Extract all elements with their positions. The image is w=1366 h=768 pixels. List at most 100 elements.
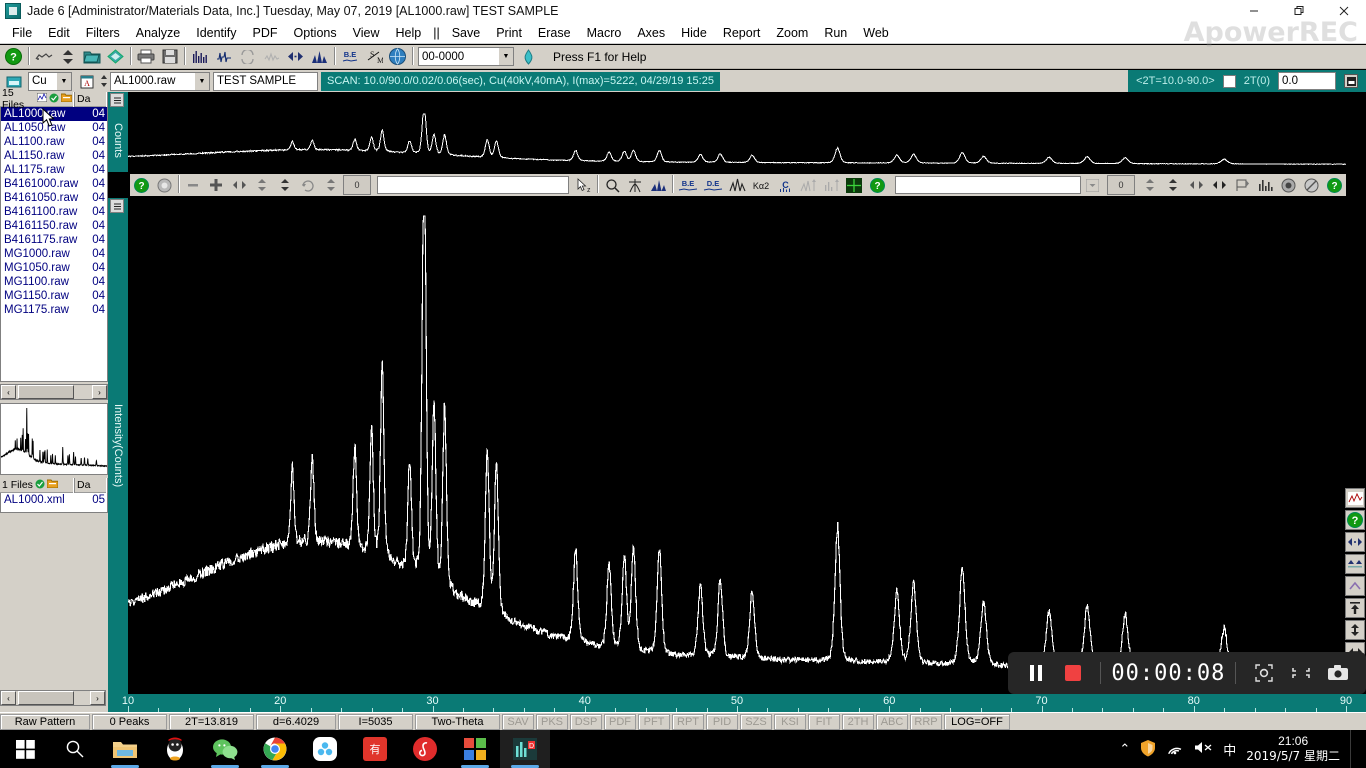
background-bg-button[interactable]: B.E [338, 45, 361, 68]
menu-item-identify[interactable]: Identify [188, 24, 244, 42]
file-list-item[interactable]: AL1100.raw 04 [1, 135, 107, 149]
step-arrows-button[interactable] [320, 175, 342, 195]
scroll-right-button-2[interactable]: › [90, 691, 105, 705]
qq-button[interactable] [150, 730, 200, 768]
peaks-up-arrow-button[interactable] [797, 175, 820, 195]
status-cell-two-theta[interactable]: Two-Theta [415, 713, 500, 730]
file-list-item[interactable]: AL1150.raw 04 [1, 149, 107, 163]
main-pattern-chart[interactable] [128, 198, 1346, 694]
file-list-item[interactable]: MG1100.raw 04 [1, 275, 107, 289]
youdao-button[interactable]: 有 [350, 730, 400, 768]
k-alpha2-button[interactable]: Kα2 [749, 175, 774, 195]
menu-item-print[interactable]: Print [488, 24, 530, 42]
menu-item-save[interactable]: Save [444, 24, 489, 42]
print-button[interactable] [134, 45, 157, 68]
raw-file-list[interactable]: AL1000.raw 04 AL1050.raw 04 AL1100.raw 04 AL11… [0, 107, 108, 382]
smooth-wave-button[interactable] [260, 45, 283, 68]
xml-list-hscrollbar[interactable]: ‹ › [0, 690, 106, 706]
help3-button[interactable]: ? [1323, 175, 1345, 195]
bar-pattern-button[interactable] [188, 45, 211, 68]
status-cell-d-6-4029[interactable]: d=6.4029 [256, 713, 336, 730]
file-list-item[interactable]: MG1150.raw 04 [1, 289, 107, 303]
file-list-item[interactable]: B4161100.raw 04 [1, 205, 107, 219]
menu-item-edit[interactable]: Edit [40, 24, 78, 42]
menu-item-hide[interactable]: Hide [673, 24, 715, 42]
globe-button[interactable] [386, 45, 409, 68]
jade-button[interactable]: D [500, 730, 550, 768]
status-cell-raw-pattern[interactable]: Raw Pattern [0, 713, 90, 730]
mask-gray-circle-button[interactable] [153, 175, 175, 195]
scroll-left-button[interactable]: ‹ [1, 385, 16, 399]
file-list-item[interactable]: B4161175.raw 04 [1, 233, 107, 247]
baidu-netdisk-button[interactable] [300, 730, 350, 768]
preview-pattern-chart[interactable] [128, 92, 1346, 172]
shield-icon[interactable] [1140, 739, 1156, 760]
chevron-down-icon[interactable]: ▼ [498, 48, 513, 65]
status-cell-2th[interactable]: 2TH [842, 713, 874, 730]
scroll-horizontal-button[interactable] [1185, 175, 1207, 195]
menu-item-macro[interactable]: Macro [579, 24, 630, 42]
panel-toggle-button[interactable] [1344, 74, 1358, 88]
status-cell-fit[interactable]: FIT [808, 713, 840, 730]
status-cell-ksi[interactable]: KSI [774, 713, 806, 730]
help-button[interactable]: ? [2, 45, 25, 68]
x-axis-two-theta[interactable]: 10 20 30 40 50 60 70 80 90 [108, 694, 1366, 712]
wechat-button[interactable] [200, 730, 250, 768]
status-cell-2t-13-819[interactable]: 2T=13.819 [169, 713, 254, 730]
save-button[interactable] [158, 45, 181, 68]
menu-item-help[interactable]: Help [388, 24, 430, 42]
netease-music-button[interactable] [400, 730, 450, 768]
scroll-vertical-button[interactable] [1139, 175, 1161, 195]
file-list-item[interactable]: AL1050.raw 04 [1, 121, 107, 135]
flag-button[interactable] [1231, 175, 1253, 195]
horizontal-expand-button[interactable] [1345, 532, 1365, 552]
up-down-arrows-icon-button[interactable] [56, 45, 79, 68]
menu-item-pdf[interactable]: PDF [245, 24, 286, 42]
scroll-thumb-2[interactable] [18, 691, 74, 705]
help2-button[interactable]: ? [866, 175, 889, 195]
target-button[interactable] [1277, 175, 1299, 195]
main-panel-tab[interactable] [110, 199, 124, 213]
xml-file-list[interactable]: AL1000.xml 05 [0, 493, 108, 513]
show-desktop-button[interactable] [1350, 730, 1358, 768]
chevron-down-icon[interactable]: ▼ [194, 72, 209, 90]
check-circle-icon[interactable] [35, 479, 45, 492]
compress-vertical-button[interactable] [1162, 175, 1184, 195]
status-cell-0-peaks[interactable]: 0 Peaks [92, 713, 167, 730]
overlay-layers-button[interactable] [104, 45, 127, 68]
office-button[interactable] [450, 730, 500, 768]
check-circle-icon[interactable] [49, 93, 59, 106]
recorder-screenshot-button[interactable] [1321, 658, 1356, 688]
file-list-item[interactable]: MG1000.raw 04 [1, 247, 107, 261]
crystallinity-button[interactable]: C [774, 175, 797, 195]
secondary-combo-input[interactable] [895, 176, 1081, 194]
menu-item-run[interactable]: Run [816, 24, 855, 42]
secondary-combo-arrow[interactable] [1081, 175, 1103, 195]
menu-item-options[interactable]: Options [286, 24, 345, 42]
help-right-button[interactable]: ? [1345, 510, 1365, 530]
file-list-item[interactable]: MG1050.raw 04 [1, 261, 107, 275]
grid-button[interactable] [843, 175, 866, 195]
menu-item-axes[interactable]: Axes [629, 24, 673, 42]
magnifier-search-button[interactable] [601, 175, 624, 195]
status-cell-log-off[interactable]: LOG=OFF [944, 713, 1010, 730]
status-cell-pdf[interactable]: PDF [604, 713, 636, 730]
s-over-m-button[interactable]: SM [362, 45, 385, 68]
menu-item-report[interactable]: Report [715, 24, 769, 42]
menu-item-filters[interactable]: Filters [78, 24, 128, 42]
open-file-button[interactable] [80, 45, 103, 68]
status-cell-i-5035[interactable]: I=5035 [338, 713, 413, 730]
rotate-button[interactable] [297, 175, 319, 195]
two-theta-zero-checkbox[interactable] [1222, 74, 1236, 88]
data-edit-button[interactable]: D.E [701, 175, 726, 195]
background-edit-button[interactable]: B.E [676, 175, 701, 195]
recorder-focus-button[interactable] [1246, 658, 1281, 688]
scroll-right-button[interactable]: › [92, 385, 107, 399]
vertical-move-button[interactable] [1345, 620, 1365, 640]
status-cell-sav[interactable]: SAV [502, 713, 534, 730]
taskbar-search-button[interactable] [50, 730, 100, 768]
status-cell-szs[interactable]: SZS [740, 713, 772, 730]
start-button[interactable] [0, 730, 50, 768]
status-cell-pks[interactable]: PKS [536, 713, 568, 730]
derivative-waveform-button[interactable] [212, 45, 235, 68]
